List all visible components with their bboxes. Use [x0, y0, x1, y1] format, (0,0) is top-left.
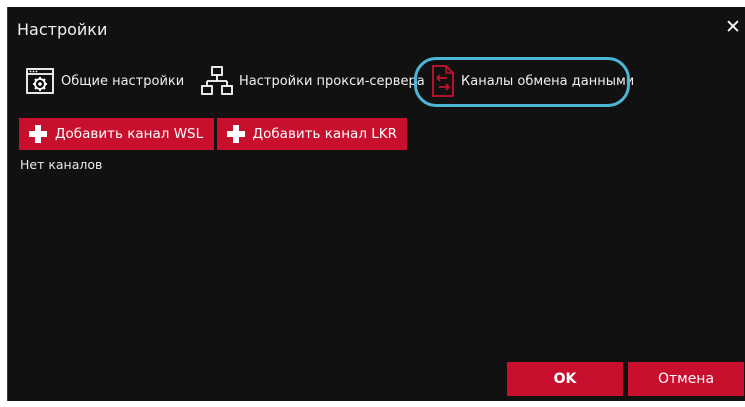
cancel-button[interactable]: Отмена — [628, 362, 744, 396]
settings-dialog: Настройки ✕ Общие настройки Настройки пр… — [7, 7, 745, 401]
plus-icon — [29, 125, 47, 143]
dialog-title: Настройки — [17, 20, 108, 39]
tab-label: Общие настройки — [61, 73, 185, 89]
add-wsl-channel-button[interactable]: Добавить канал WSL — [19, 118, 214, 150]
network-icon — [201, 66, 233, 96]
close-button[interactable]: ✕ — [724, 16, 742, 38]
close-icon: ✕ — [725, 16, 741, 38]
button-label: Добавить канал LKR — [252, 126, 397, 142]
data-exchange-icon — [431, 65, 455, 97]
settings-window-icon — [25, 66, 55, 96]
tab-data-exchange-channels[interactable]: Каналы обмена данными — [431, 65, 634, 97]
tab-label: Каналы обмена данными — [461, 73, 635, 89]
empty-channels-message: Нет каналов — [20, 157, 103, 172]
ok-button[interactable]: OK — [507, 362, 623, 396]
tab-label: Настройки прокси-сервера — [239, 73, 425, 89]
plus-icon — [227, 125, 245, 143]
add-lkr-channel-button[interactable]: Добавить канал LKR — [217, 118, 407, 150]
tab-general-settings[interactable]: Общие настройки — [25, 65, 184, 97]
settings-tabs: Общие настройки Настройки прокси-сервера — [22, 65, 742, 103]
button-label: Добавить канал WSL — [55, 126, 204, 142]
tab-proxy-settings[interactable]: Настройки прокси-сервера — [201, 65, 425, 97]
